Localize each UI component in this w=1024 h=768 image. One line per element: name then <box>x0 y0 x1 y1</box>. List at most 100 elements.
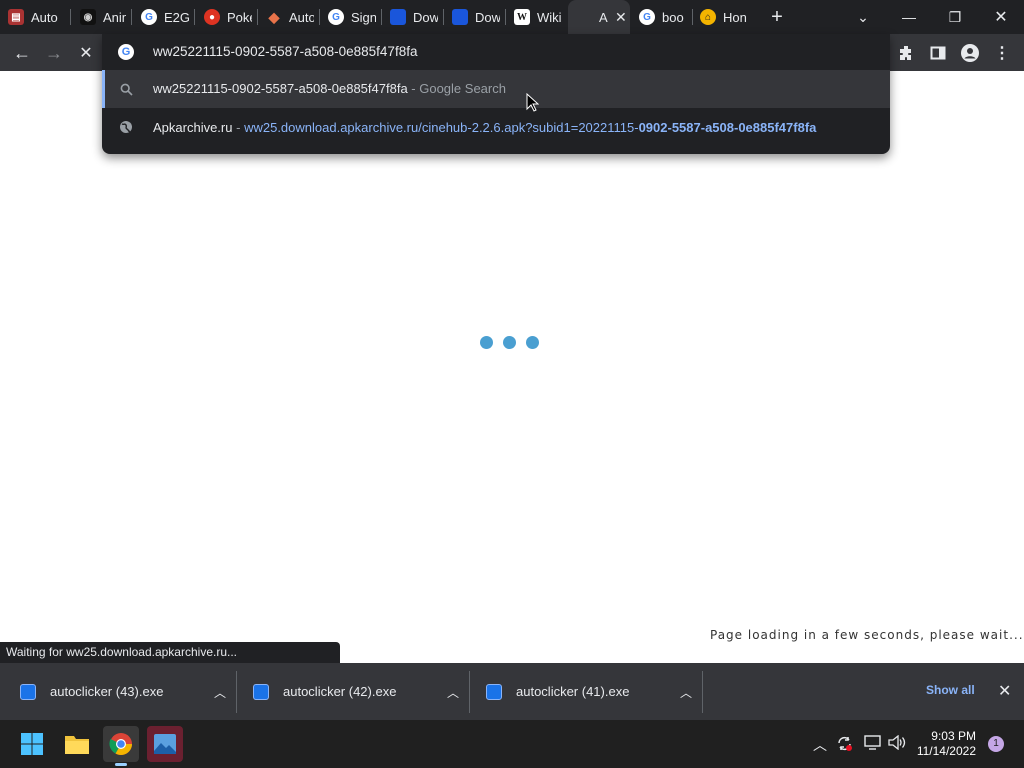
tab-divider <box>443 9 444 25</box>
tab-2[interactable]: ◉ Anim <box>80 0 126 34</box>
download-item[interactable]: autoclicker (43).exe ︿ <box>20 663 226 720</box>
taskbar-clock[interactable]: 9:03 PM 11/14/2022 <box>914 729 976 759</box>
loading-icon <box>576 9 592 25</box>
diamond-icon: ◆ <box>268 8 280 25</box>
tab-title: Anim <box>103 9 126 25</box>
side-panel-icon[interactable] <box>927 42 949 64</box>
tab-title: Wiki <box>537 9 562 25</box>
suggestion-separator: - <box>236 120 241 135</box>
photos-app-icon[interactable] <box>147 726 183 762</box>
extensions-icon[interactable] <box>895 42 917 64</box>
chevron-up-icon[interactable]: ︿ <box>813 735 827 755</box>
search-icon <box>118 81 134 97</box>
suggestion-site-name: Apkarchive.ru <box>153 120 233 135</box>
tab-6[interactable]: G Sign <box>328 0 376 34</box>
tab-divider <box>381 9 382 25</box>
tab-title: boo <box>662 9 684 25</box>
suggestion-query: ww25221115-0902-5587-a508-0e885f47f8fa <box>153 81 408 96</box>
minimize-button[interactable]: — <box>886 0 932 34</box>
download-filename: autoclicker (43).exe <box>50 684 164 699</box>
exe-file-icon <box>253 683 269 700</box>
omnibox-input[interactable]: ww25221115-0902-5587-a508-0e885f47f8fa <box>153 34 417 70</box>
download-filename: autoclicker (42).exe <box>283 684 397 699</box>
suggestion-url: ww25.download.apkarchive.ru/cinehub-2.2.… <box>244 120 639 135</box>
exe-file-icon <box>20 683 36 700</box>
new-tab-button[interactable]: + <box>766 6 788 28</box>
tab-title: Sign <box>351 9 376 25</box>
tab-10-active[interactable]: A ✕ <box>568 0 630 34</box>
tab-1[interactable]: ▤ Auto <box>8 0 68 34</box>
clock-date: 11/14/2022 <box>916 744 976 758</box>
tab-11[interactable]: G boo <box>639 0 687 34</box>
chevron-up-icon[interactable]: ︿ <box>680 684 692 701</box>
status-bubble: Waiting for ww25.download.apkarchive.ru.… <box>0 642 340 663</box>
exe-file-icon <box>486 683 502 700</box>
omnibox-input-row[interactable]: G ww25221115-0902-5587-a508-0e885f47f8fa <box>102 34 890 70</box>
suggestion-url-match: 0902-5587-a508-0e885f47f8fa <box>638 120 817 135</box>
tab-divider <box>131 9 132 25</box>
notification-badge[interactable]: 1 <box>988 736 1004 752</box>
google-icon: G <box>328 9 344 25</box>
loading-dot <box>503 336 516 349</box>
tab-5[interactable]: ◆ Auto <box>266 0 314 34</box>
chrome-taskbar-icon[interactable] <box>103 726 139 766</box>
tab-title: Auto <box>31 9 58 25</box>
back-button[interactable]: ← <box>9 40 35 66</box>
suggestion-text: Apkarchive.ru - ww25.download.apkarchive… <box>153 120 816 135</box>
tab-close-icon[interactable]: ✕ <box>615 9 627 26</box>
tab-9[interactable]: W Wiki <box>514 0 562 34</box>
globe-icon <box>118 119 134 135</box>
google-icon: G <box>639 9 655 25</box>
volume-icon[interactable] <box>888 734 906 753</box>
download-divider <box>236 671 237 713</box>
tab-3[interactable]: G E2G <box>141 0 189 34</box>
tab-12[interactable]: ⌂ Hon <box>700 0 750 34</box>
windows-start-icon[interactable] <box>14 726 50 762</box>
tab-7[interactable]: Dow <box>390 0 438 34</box>
page-loading-message: Page loading in a few seconds, please wa… <box>710 628 1024 642</box>
file-explorer-icon[interactable] <box>59 726 95 762</box>
close-shelf-button[interactable]: ✕ <box>998 681 1011 701</box>
sync-icon[interactable] <box>836 735 853 755</box>
forward-button[interactable]: → <box>41 40 67 66</box>
blue-square-icon <box>452 9 468 25</box>
github-icon: ◉ <box>80 9 96 25</box>
mouse-cursor-icon <box>526 93 539 112</box>
download-item[interactable]: autoclicker (42).exe ︿ <box>253 663 459 720</box>
tab-title: A <box>599 9 608 25</box>
chevron-up-icon[interactable]: ︿ <box>214 684 226 701</box>
suggestion-text: ww25221115-0902-5587-a508-0e885f47f8fa -… <box>153 81 506 96</box>
tab-title: Dow <box>413 9 438 25</box>
tab-search-icon[interactable]: ⌄ <box>840 0 886 34</box>
selection-indicator <box>102 70 105 108</box>
tab-title: E2G <box>164 9 189 25</box>
download-shelf: autoclicker (43).exe ︿ autoclicker (42).… <box>0 663 1024 720</box>
profile-avatar-icon[interactable] <box>959 42 981 64</box>
wikipedia-icon: W <box>514 9 530 25</box>
tab-divider <box>692 9 693 25</box>
tab-divider <box>505 9 506 25</box>
download-item[interactable]: autoclicker (41).exe ︿ <box>486 663 692 720</box>
menu-kebab-icon[interactable]: ⋮ <box>991 42 1013 64</box>
pokeball-icon: ● <box>204 9 220 25</box>
network-icon[interactable] <box>864 735 881 753</box>
omnibox-dropdown: G ww25221115-0902-5587-a508-0e885f47f8fa… <box>102 34 890 154</box>
chevron-up-icon[interactable]: ︿ <box>447 684 459 701</box>
tab-8[interactable]: Dow <box>452 0 500 34</box>
blue-square-icon <box>390 9 406 25</box>
google-icon: G <box>141 9 157 25</box>
tab-divider <box>70 9 71 25</box>
suggestion-google-search[interactable]: ww25221115-0902-5587-a508-0e885f47f8fa -… <box>102 70 890 108</box>
stop-loading-button[interactable]: ✕ <box>73 40 99 66</box>
show-all-downloads-button[interactable]: Show all <box>926 683 975 697</box>
tab-4[interactable]: ● Poke <box>204 0 252 34</box>
tab-divider <box>319 9 320 25</box>
suggestion-suffix: - Google Search <box>411 81 506 96</box>
google-icon: G <box>118 44 134 60</box>
maximize-button[interactable]: ❐ <box>932 0 978 34</box>
suggestion-site[interactable]: Apkarchive.ru - ww25.download.apkarchive… <box>102 108 890 146</box>
close-window-button[interactable]: ✕ <box>978 0 1024 34</box>
clock-time: 9:03 PM <box>931 729 976 743</box>
clipboard-icon: ▤ <box>8 9 24 25</box>
download-divider <box>702 671 703 713</box>
